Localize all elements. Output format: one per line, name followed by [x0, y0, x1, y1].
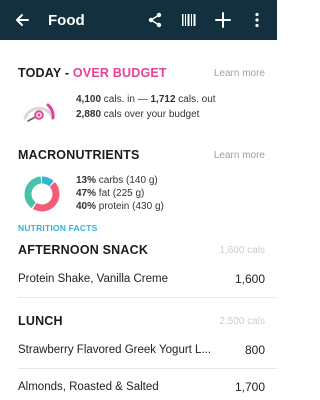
macronutrients-section: MACRONUTRIENTS Learn more 13% carbs (140… [0, 144, 277, 233]
divider [18, 297, 277, 298]
macro-carbs-pct: 13% [76, 175, 97, 186]
calories-out-label: cals. out [175, 94, 216, 105]
food-item[interactable]: Protein Shake, Vanilla Creme 1,600 [0, 261, 277, 297]
calories-over-label: cals over your budget [101, 109, 200, 120]
budget-section: TODAY - OVER BUDGET Learn more 4,100 cal… [0, 62, 277, 124]
app-bar: Food [0, 0, 277, 40]
calories-out-value: 1,712 [150, 94, 176, 105]
page-title: Food [48, 11, 85, 29]
meal-title: LUNCH [18, 314, 63, 328]
macro-donut-chart [23, 175, 61, 213]
meal-calories: 1,600 cals [219, 244, 265, 256]
macro-carbs: 13% carbs (140 g) [76, 174, 164, 187]
nutrition-facts-link[interactable]: NUTRITION FACTS [18, 223, 265, 233]
barcode-icon[interactable] [175, 6, 203, 34]
calories-in-value: 4,100 [76, 94, 102, 105]
food-calories: 1,700 [234, 380, 265, 394]
over-budget-label: OVER BUDGET [72, 66, 167, 80]
budget-learn-more-link[interactable]: Learn more [214, 68, 265, 79]
macro-fat-label: fat (225 g) [96, 188, 145, 199]
back-arrow-icon[interactable] [10, 8, 34, 32]
calories-in-label: cals. in — [101, 94, 151, 105]
food-name: Protein Shake, Vanilla Creme [18, 273, 168, 285]
budget-title-prefix: TODAY - [18, 66, 73, 80]
food-item[interactable]: Strawberry Flavored Greek Yogurt L... 80… [0, 332, 277, 368]
meal-title: AFTERNOON SNACK [18, 243, 149, 257]
plus-icon[interactable] [209, 6, 237, 34]
calories-in-out: 4,100 cals. in — 1,712 cals. out [76, 92, 216, 107]
food-name: Strawberry Flavored Greek Yogurt L... [18, 344, 212, 356]
budget-title: TODAY - OVER BUDGET [18, 66, 167, 80]
more-vert-icon[interactable] [243, 6, 271, 34]
macro-fat-pct: 47% [76, 188, 97, 199]
macro-carbs-label: carbs (140 g) [96, 175, 158, 186]
macro-protein-pct: 40% [76, 201, 97, 212]
macro-protein: 40% protein (430 g) [76, 200, 164, 213]
macros-learn-more-link[interactable]: Learn more [214, 150, 265, 161]
food-calories: 800 [244, 343, 265, 357]
calories-over-value: 2,880 [76, 109, 102, 120]
macro-fat: 47% fat (225 g) [76, 187, 164, 200]
calories-over-budget: 2,880 cals over your budget [76, 107, 216, 122]
food-calories: 1,600 [234, 272, 265, 286]
meal-lunch: LUNCH 2,500 cals Strawberry Flavored Gre… [0, 310, 277, 400]
macro-protein-label: protein (430 g) [96, 201, 164, 212]
food-name: Almonds, Roasted & Salted [18, 381, 159, 393]
calorie-gauge-icon [20, 90, 58, 124]
meal-calories: 2,500 cals [219, 315, 265, 327]
meal-afternoon-snack: AFTERNOON SNACK 1,600 cals Protein Shake… [0, 239, 277, 298]
macronutrients-title: MACRONUTRIENTS [18, 148, 140, 162]
food-item[interactable]: Almonds, Roasted & Salted 1,700 [0, 369, 277, 400]
share-icon[interactable] [141, 6, 169, 34]
